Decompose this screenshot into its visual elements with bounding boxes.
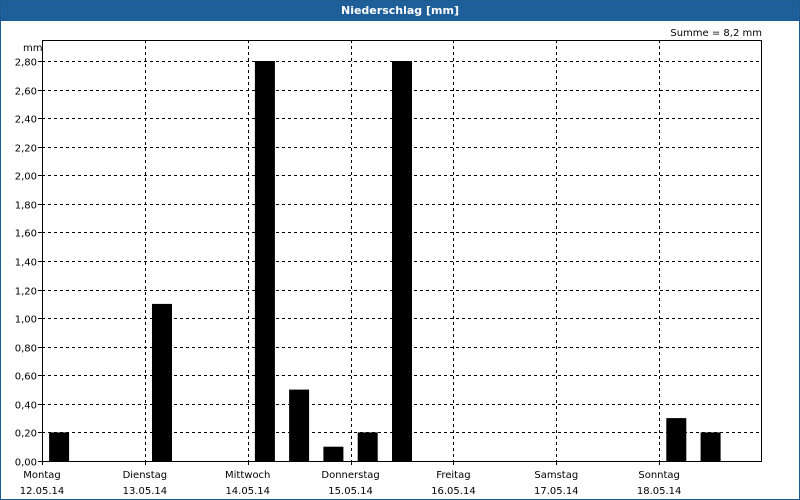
y-tick-label: 0,80	[15, 344, 37, 355]
y-tick-label: 2,80	[15, 58, 37, 69]
x-tick-label-day: Montag	[23, 470, 60, 481]
x-tick-label-date: 17.05.14	[534, 486, 579, 497]
y-tick-label: 1,60	[15, 229, 37, 240]
bar	[254, 61, 275, 461]
x-tick-label-day: Donnerstag	[321, 470, 379, 481]
y-tick-label: 2,20	[15, 144, 37, 155]
y-tick-label: 1,20	[15, 287, 37, 298]
y-tick-label: 2,40	[15, 115, 37, 126]
x-tick-label-date: 16.05.14	[431, 486, 476, 497]
y-tick-label: 2,00	[15, 172, 37, 183]
y-unit-label: mm	[23, 43, 42, 54]
sum-label: Summe = 8,2 mm	[670, 28, 762, 39]
bar	[700, 432, 721, 461]
y-tick-label: 0,00	[15, 458, 37, 469]
tick-labels: 0,00 0,20 0,40 0,60 0,80 1,00 1,20 1,40 1,60 1,80…	[15, 58, 682, 498]
bar	[323, 446, 344, 461]
x-tick-label-day: Sonntag	[638, 470, 680, 481]
bar	[392, 61, 412, 461]
y-tick-label: 0,60	[15, 372, 37, 383]
x-tick-label-day: Freitag	[436, 470, 470, 481]
y-tick-label: 0,20	[15, 429, 37, 440]
y-tick-label: 2,60	[15, 87, 37, 98]
x-tick-label-date: 14.05.14	[225, 486, 270, 497]
y-tick-label: 0,40	[15, 401, 37, 412]
x-tick-label-day: Mittwoch	[225, 470, 270, 481]
bar	[289, 389, 310, 461]
y-tick-label: 1,40	[15, 258, 37, 269]
bar	[666, 418, 687, 461]
bar	[49, 432, 70, 461]
x-tick-label-date: 15.05.14	[328, 486, 373, 497]
x-tick-label-day: Dienstag	[123, 470, 168, 481]
y-tick-label: 1,00	[15, 315, 37, 326]
y-tick-label: 1,80	[15, 201, 37, 212]
x-tick-label-date: 13.05.14	[123, 486, 168, 497]
bar	[152, 303, 172, 461]
x-tick-label-date: 12.05.14	[20, 486, 65, 497]
bar	[357, 432, 378, 461]
x-tick-label-date: 18.05.14	[637, 486, 682, 497]
x-tick-label-day: Samstag	[534, 470, 578, 481]
precipitation-chart: mm Summe = 8,2 mm 0,00 0,20 0,40 0,60 0,80 1,…	[15, 28, 762, 498]
